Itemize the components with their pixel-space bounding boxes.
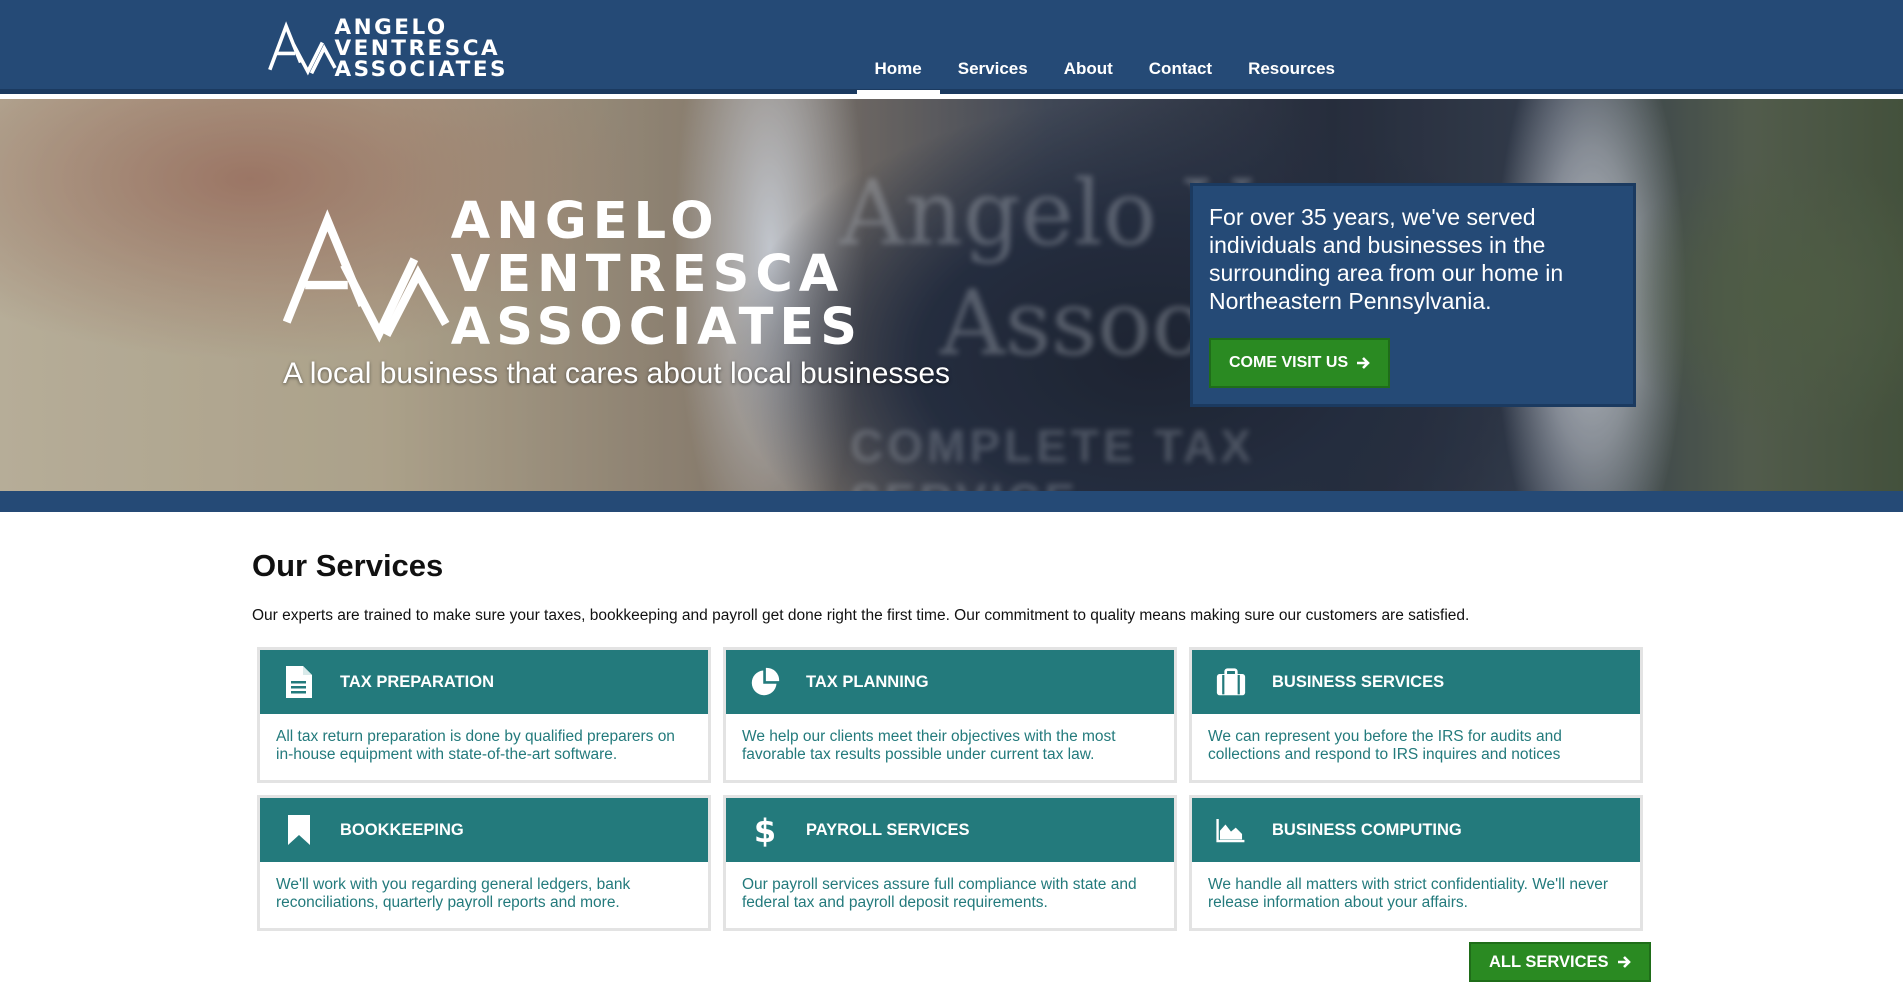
card-title: BUSINESS SERVICES (1272, 672, 1445, 691)
card-header: TAX PREPARATION (260, 650, 708, 714)
card-header: BUSINESS COMPUTING (1192, 798, 1640, 862)
service-card-tax-preparation[interactable]: TAX PREPARATION All tax return preparati… (257, 647, 711, 783)
card-text: We'll work with you regarding general le… (276, 876, 631, 911)
card-title: TAX PREPARATION (340, 672, 495, 691)
nav-contact[interactable]: Contact (1131, 46, 1230, 94)
area-chart-icon (1214, 813, 1248, 847)
hero-tagline: A local business that cares about local … (283, 357, 951, 390)
card-text: We can represent you before the IRS for … (1208, 728, 1562, 763)
briefcase-icon (1214, 665, 1248, 699)
site-header: ANGELO VENTRESCA ASSOCIATES Home Service… (0, 0, 1903, 94)
nav-resources[interactable]: Resources (1230, 46, 1353, 94)
come-visit-button[interactable]: COME VISIT US (1209, 338, 1391, 388)
nav-home[interactable]: Home (856, 46, 940, 94)
services-intro: Our experts are trained to make sure you… (252, 607, 1470, 624)
all-services-label: ALL SERVICES (1489, 952, 1609, 971)
service-card-payroll-services[interactable]: $ PAYROLL SERVICES Our payroll services … (723, 795, 1177, 931)
come-visit-label: COME VISIT US (1229, 354, 1349, 371)
service-card-business-services[interactable]: BUSINESS SERVICES We can represent you b… (1189, 647, 1643, 783)
card-text: We handle all matters with strict confid… (1208, 876, 1609, 911)
document-icon (282, 665, 316, 699)
svg-text:$: $ (754, 813, 776, 847)
hero-banner: Angelo Ve Assoc. COMPLETE TAX SERVICE AN… (0, 99, 1903, 491)
main-nav: Home Services About Contact Resources (856, 46, 1354, 94)
all-services-button[interactable]: ALL SERVICES (1469, 942, 1651, 982)
header-logo-text: ANGELO VENTRESCA ASSOCIATES (334, 14, 508, 82)
header-logo[interactable]: ANGELO VENTRESCA ASSOCIATES (268, 14, 508, 82)
arrow-right-icon (1357, 357, 1370, 369)
card-text: All tax return preparation is done by qu… (276, 728, 675, 763)
card-title: TAX PLANNING (806, 672, 929, 691)
hero-callout-box: For over 35 years, we've served individu… (1190, 183, 1636, 407)
card-header: BUSINESS SERVICES (1192, 650, 1640, 714)
services-grid: TAX PREPARATION All tax return preparati… (257, 647, 1647, 931)
ava-logo-mark-icon (268, 21, 337, 76)
card-header: TAX PLANNING (726, 650, 1174, 714)
logo-line: ANGELO (450, 191, 720, 251)
services-title: Our Services (252, 548, 444, 583)
logo-line: ASSOCIATES (450, 297, 863, 357)
card-text: We help our clients meet their objective… (742, 728, 1116, 763)
hero-callout-text: For over 35 years, we've served individu… (1209, 204, 1564, 314)
card-title: BUSINESS COMPUTING (1272, 820, 1462, 839)
ava-logo-large-icon (283, 209, 450, 343)
logo-line: VENTRESCA (450, 244, 845, 304)
card-header: BOOKKEEPING (260, 798, 708, 862)
card-title: PAYROLL SERVICES (806, 820, 970, 839)
card-text: Our payroll services assure full complia… (742, 876, 1137, 911)
service-card-tax-planning[interactable]: TAX PLANNING We help our clients meet th… (723, 647, 1177, 783)
nav-services[interactable]: Services (940, 46, 1046, 94)
arrow-right-icon (1617, 956, 1631, 968)
service-card-bookkeeping[interactable]: BOOKKEEPING We'll work with you regardin… (257, 795, 711, 931)
card-header: $ PAYROLL SERVICES (726, 798, 1174, 862)
card-title: BOOKKEEPING (340, 820, 464, 839)
logo-line: ASSOCIATES (334, 56, 508, 82)
bookmark-icon (282, 813, 316, 847)
nav-about[interactable]: About (1046, 46, 1131, 94)
logo-line: VENTRESCA (334, 35, 501, 61)
hero-logo: ANGELO VENTRESCA ASSOCIATES (283, 194, 863, 354)
hero-logo-text: ANGELO VENTRESCA ASSOCIATES (451, 195, 863, 354)
dollar-icon: $ (748, 813, 782, 847)
logo-line: ANGELO (334, 14, 448, 40)
hero-bottom-bar (0, 491, 1903, 512)
service-card-business-computing[interactable]: BUSINESS COMPUTING We handle all matters… (1189, 795, 1643, 931)
pie-chart-icon (748, 665, 782, 699)
